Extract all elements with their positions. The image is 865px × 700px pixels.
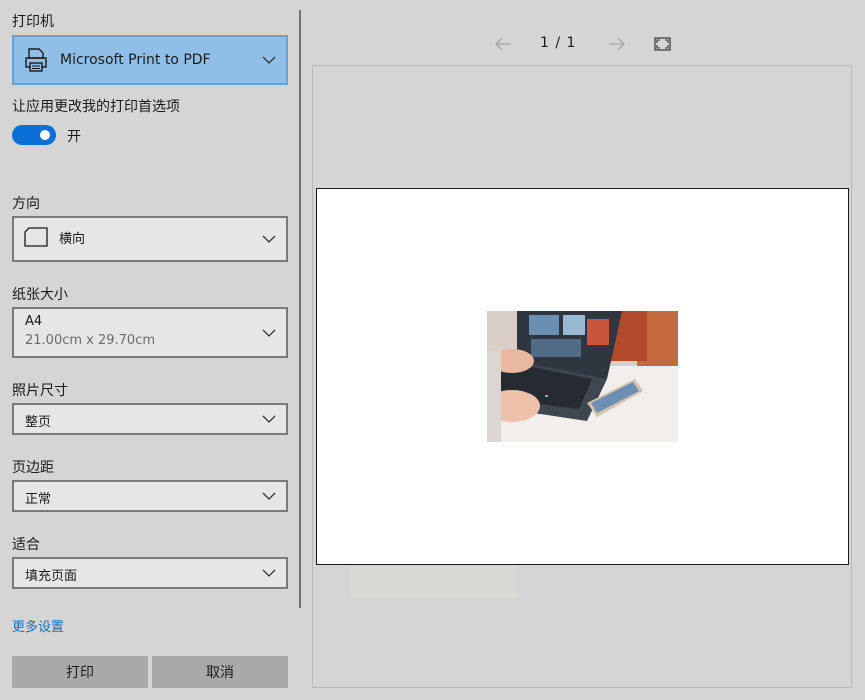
printer-icon: [25, 48, 47, 72]
preferences-toggle[interactable]: [12, 125, 56, 145]
page-counter: 1 / 1: [540, 35, 576, 51]
print-button[interactable]: 打印: [12, 656, 148, 688]
photo-size-select[interactable]: 整页: [12, 403, 288, 435]
chevron-down-icon: [262, 329, 276, 337]
chevron-down-icon: [262, 492, 276, 500]
settings-panel: 打印机 Microsoft Print to PDF 让应用更改我的打印首选项 …: [0, 0, 300, 700]
printer-value: Microsoft Print to PDF: [60, 52, 211, 68]
page-landscape-icon: [24, 227, 48, 247]
fit-select[interactable]: 填充页面: [12, 557, 288, 589]
photo-size-value: 整页: [25, 415, 52, 430]
margins-select[interactable]: 正常: [12, 480, 288, 512]
preview-navigation: 1 / 1: [312, 30, 852, 58]
chevron-down-icon: [262, 415, 276, 423]
paper-size-select[interactable]: A4 21.00cm x 29.70cm: [12, 307, 288, 358]
print-dialog: 打印机 Microsoft Print to PDF 让应用更改我的打印首选项 …: [0, 0, 865, 700]
fit-value: 填充页面: [25, 569, 78, 584]
chevron-down-icon: [262, 569, 276, 577]
orientation-select[interactable]: 横向: [12, 216, 288, 262]
fit-label: 适合: [12, 537, 40, 553]
previous-page-icon[interactable]: [494, 36, 512, 52]
printer-select[interactable]: Microsoft Print to PDF: [12, 35, 288, 85]
toggle-state-label: 开: [67, 129, 81, 145]
ghost-artifact: [350, 566, 516, 598]
total-pages: 1: [566, 35, 577, 51]
paper-size-value: A4: [25, 314, 43, 329]
paper-size-label: 纸张大小: [12, 287, 68, 303]
orientation-label: 方向: [12, 196, 40, 212]
margins-value: 正常: [25, 492, 52, 507]
chevron-down-icon: [262, 235, 276, 243]
page-separator: /: [555, 35, 562, 51]
cancel-button[interactable]: 取消: [152, 656, 288, 688]
margins-label: 页边距: [12, 460, 54, 476]
current-page: 1: [540, 35, 550, 51]
toggle-knob: [40, 130, 50, 140]
next-page-icon[interactable]: [608, 36, 626, 52]
preferences-label: 让应用更改我的打印首选项: [12, 99, 180, 115]
chevron-down-icon: [262, 56, 276, 64]
photo-thumbnail: [487, 311, 678, 442]
more-settings-link[interactable]: 更多设置: [12, 616, 64, 635]
printer-label: 打印机: [12, 14, 54, 30]
settings-scrollbar[interactable]: [299, 10, 301, 608]
orientation-value: 横向: [59, 232, 86, 247]
fit-to-window-icon[interactable]: [654, 37, 671, 51]
paper-size-dimensions: 21.00cm x 29.70cm: [25, 333, 156, 348]
photo-size-label: 照片尺寸: [12, 383, 68, 399]
